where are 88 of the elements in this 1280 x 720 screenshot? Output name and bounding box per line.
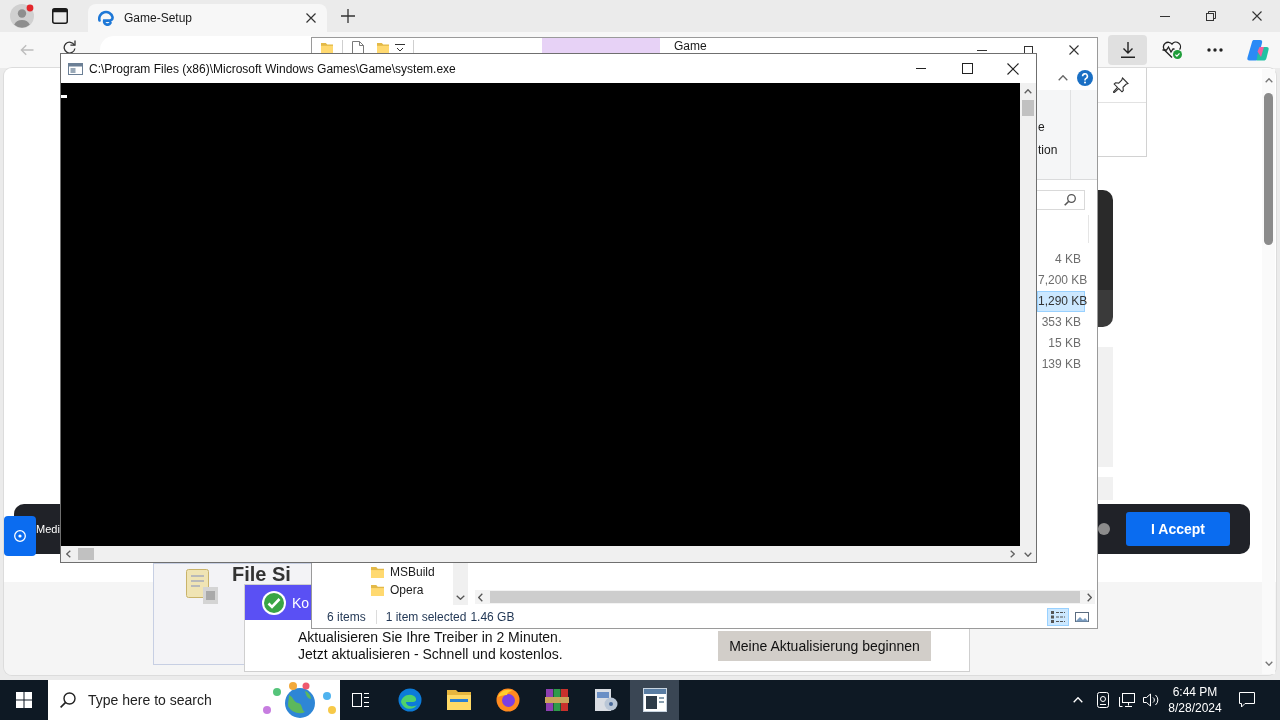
caret-right-icon[interactable]: [1010, 550, 1015, 558]
restore-icon[interactable]: [1206, 11, 1216, 21]
file-size[interactable]: 4 KB: [1037, 249, 1085, 270]
caret-right-icon[interactable]: [1087, 592, 1092, 602]
window-title: C:\Program Files (x86)\Microsoft Windows Games\Game\system.exe: [89, 61, 456, 76]
clock-time: 6:44 PM: [1172, 684, 1218, 700]
view-button[interactable]: [1047, 607, 1069, 626]
address-field[interactable]: [100, 36, 312, 53]
details-view-icon: [1051, 610, 1065, 623]
search-icon: [60, 692, 76, 708]
browser-icon: [397, 688, 422, 712]
close-icon[interactable]: [1252, 11, 1262, 21]
window-title: Game: [674, 39, 707, 53]
search-field[interactable]: Type here to search: [48, 680, 340, 720]
update-button[interactable]: Meine Aktualisierung beginnen: [718, 630, 931, 661]
minimize-icon[interactable]: [1160, 15, 1170, 17]
file-size[interactable]: 139 KB: [1037, 354, 1085, 375]
item-count: 6 items: [327, 609, 366, 624]
folder-icon: [371, 566, 384, 578]
scrollbar-thumb[interactable]: [1264, 93, 1273, 245]
file-size[interactable]: 15 KB: [1037, 333, 1085, 354]
file-size[interactable]: 353 KB: [1037, 312, 1085, 333]
terminal-window-icon: [642, 688, 667, 712]
folder-icon: [371, 584, 384, 596]
caret-left-icon[interactable]: [66, 550, 71, 558]
check-icon: [262, 590, 286, 615]
selection-info: 1 item selected: [385, 609, 467, 624]
card-title: File Si: [232, 564, 291, 584]
disc-box-icon: [593, 688, 618, 712]
caret-down-icon[interactable]: [456, 595, 465, 600]
downloads-button[interactable]: [1108, 35, 1147, 65]
speaker-icon[interactable]: [1143, 693, 1159, 707]
accept-button[interactable]: I Accept: [1126, 512, 1230, 546]
message-icon[interactable]: [1239, 692, 1255, 708]
dropdown-icon[interactable]: [395, 44, 405, 52]
books-icon: [544, 688, 569, 712]
message-text: Jetzt aktualisieren - Schnell und kostenlos.: [298, 645, 563, 663]
network-icon[interactable]: [1119, 693, 1135, 707]
selection-size: 1.46 GB: [470, 609, 515, 624]
close-icon[interactable]: [306, 13, 316, 23]
heart-pulse-icon[interactable]: [1162, 41, 1182, 59]
file-size[interactable]: 7,200 KB: [1037, 270, 1085, 291]
clock-date: 8/28/2024: [1168, 700, 1222, 716]
swirl-icon: [98, 10, 114, 26]
more-icon[interactable]: [1207, 48, 1223, 52]
popup-title: Ko: [292, 594, 310, 611]
message-text: Aktualisieren Sie Ihre Treiber in 2 Minuten.: [298, 628, 563, 646]
help-icon[interactable]: [1077, 69, 1093, 86]
device-icon[interactable]: [1097, 692, 1109, 708]
thumbnail-view-icon: [1075, 611, 1089, 622]
maximize-icon[interactable]: [1023, 46, 1033, 54]
browser-tab[interactable]: Game-Setup: [88, 4, 327, 32]
file-size[interactable]: 1,290 KB: [1037, 291, 1085, 312]
search-icon: [1064, 194, 1076, 206]
avatar-icon[interactable]: [10, 4, 34, 28]
scrollbar-thumb[interactable]: [490, 591, 1080, 603]
ribbon-label[interactable]: e: [1038, 120, 1070, 134]
side-button[interactable]: [4, 516, 36, 556]
banner-text: Medi: [36, 523, 60, 535]
taskbar-app[interactable]: [630, 680, 679, 720]
disc-icon: [1098, 523, 1110, 535]
minimize-icon[interactable]: [977, 49, 987, 51]
folder-item[interactable]: MSBuild: [371, 563, 453, 581]
scrollbar-thumb[interactable]: [78, 548, 94, 560]
caret-down-icon[interactable]: [1264, 661, 1273, 666]
folder-icon: [446, 688, 471, 712]
document-icon: [183, 569, 218, 604]
pin-icon[interactable]: [1113, 77, 1129, 93]
task-view-icon[interactable]: [351, 693, 369, 707]
windows-logo-icon[interactable]: [16, 692, 32, 708]
caret-down-icon[interactable]: [1024, 551, 1032, 557]
fox-globe-icon: [495, 688, 520, 712]
tab-actions-icon[interactable]: [52, 8, 68, 24]
scrollbar-thumb[interactable]: [1022, 100, 1034, 116]
close-icon[interactable]: [1007, 62, 1019, 75]
maximize-icon[interactable]: [961, 63, 973, 74]
globe-icon: [262, 682, 337, 718]
terminal-window-icon: [68, 62, 83, 75]
folder-item[interactable]: Opera: [371, 581, 453, 599]
caret-left-icon[interactable]: [478, 592, 483, 602]
close-icon[interactable]: [1069, 45, 1079, 55]
swirl-logo-icon[interactable]: [1247, 39, 1269, 61]
target-icon: [14, 530, 26, 542]
clock[interactable]: 6:44 PM 8/28/2024: [1165, 680, 1225, 720]
plus-icon[interactable]: [341, 9, 355, 23]
refresh-icon[interactable]: [63, 40, 76, 53]
download-icon: [1120, 42, 1135, 58]
ribbon-label[interactable]: tion: [1038, 143, 1070, 157]
